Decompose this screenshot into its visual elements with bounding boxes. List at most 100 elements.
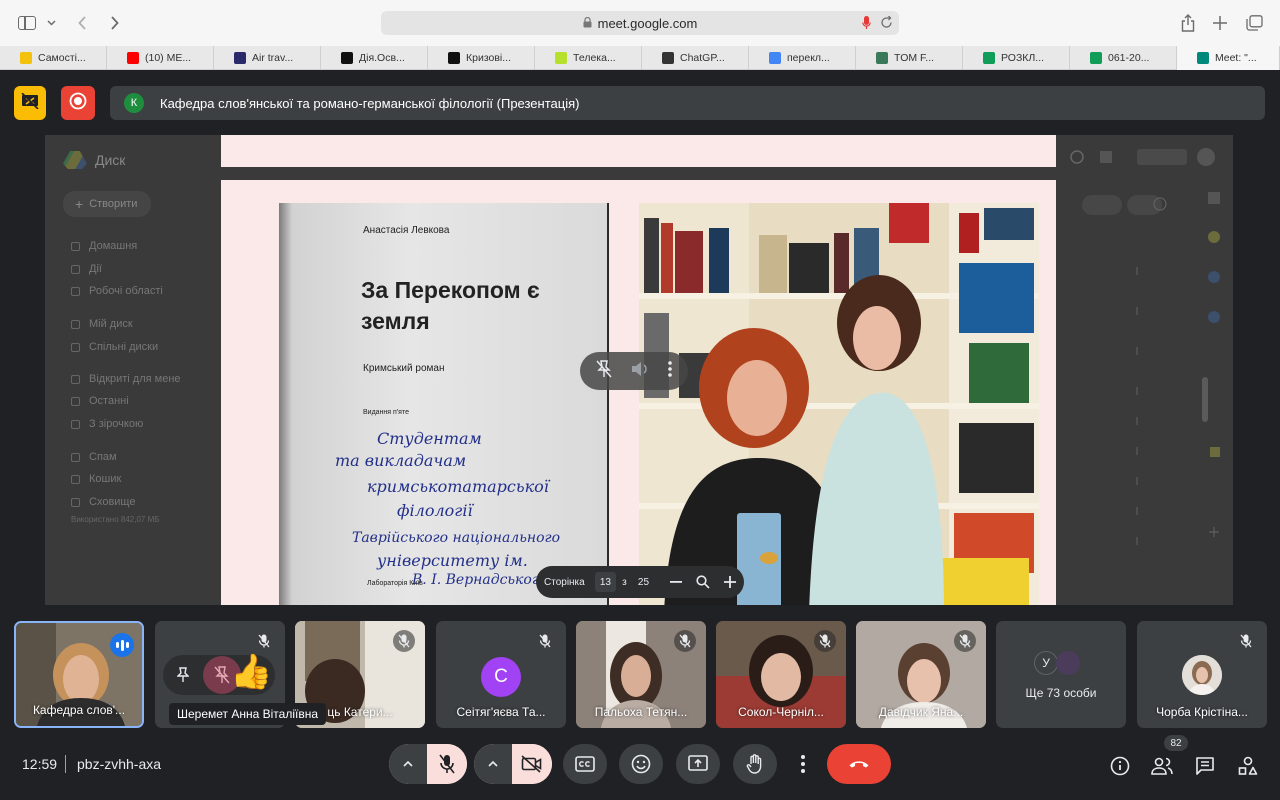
back-icon[interactable] xyxy=(76,12,88,34)
activities-shapes-icon xyxy=(1238,756,1258,775)
browser-tab[interactable]: Телека... xyxy=(535,46,642,70)
inscription-line: університету ім. xyxy=(376,551,528,570)
browser-tab[interactable]: перекл... xyxy=(749,46,856,70)
participant-tile[interactable]: Сокол-Черніл... xyxy=(716,621,846,728)
participant-tile[interactable]: С Сеітяг'яєва Та... xyxy=(436,621,566,728)
book-publisher: Лабораторія Київ xyxy=(367,580,423,587)
participant-tile[interactable]: Давідчик Яна... xyxy=(856,621,986,728)
more-participants-tile[interactable]: У Ще 73 особи xyxy=(996,621,1126,728)
drive-nav-item: З зірочкою xyxy=(71,418,143,430)
record-icon xyxy=(69,92,87,115)
browser-tab[interactable]: Самості... xyxy=(0,46,107,70)
browser-tab[interactable]: РОЗКЛ... xyxy=(963,46,1070,70)
handwritten-inscription: Студентам та викладачам кримськотатарськ… xyxy=(335,429,560,588)
mic-toggle-button[interactable] xyxy=(427,744,467,784)
page-number-input[interactable]: 13 xyxy=(594,572,617,592)
drive-nav-item: Робочі області xyxy=(71,285,163,297)
meeting-details-button[interactable] xyxy=(1108,754,1132,778)
mic-options-button[interactable] xyxy=(389,744,427,784)
camera-control xyxy=(474,744,552,784)
new-tab-icon[interactable] xyxy=(1212,12,1228,34)
tab-favicon-icon xyxy=(983,52,995,64)
page-navigator: Сторінка 13 з 25 xyxy=(536,566,744,598)
chevron-down-icon[interactable] xyxy=(46,12,56,34)
recording-button[interactable] xyxy=(61,86,95,120)
people-button[interactable] xyxy=(1150,754,1174,778)
reload-icon[interactable] xyxy=(880,15,893,32)
participant-avatar: С xyxy=(481,657,521,697)
browser-tab[interactable]: 061-20... xyxy=(1070,46,1177,70)
drive-nav-label: З зірочкою xyxy=(89,418,144,430)
meeting-title-bar[interactable]: К Кафедра слов'янської та романо-германс… xyxy=(110,86,1265,120)
drive-nav-icon xyxy=(71,264,80,274)
url-text: meet.google.com xyxy=(597,15,698,31)
sidebar-toggle-icon[interactable] xyxy=(17,12,37,34)
hang-up-icon xyxy=(849,761,869,768)
browser-tab[interactable]: Air trav... xyxy=(214,46,321,70)
inscription-line: та викладачам xyxy=(335,451,466,470)
forward-icon[interactable] xyxy=(108,12,120,34)
drive-nav-label: Мій диск xyxy=(89,318,133,330)
drive-nav-icon xyxy=(71,497,80,507)
plus-icon xyxy=(724,576,737,588)
pin-off-icon[interactable] xyxy=(596,359,612,383)
participant-tile[interactable]: Кафедра слов'... xyxy=(14,621,144,728)
browser-tab[interactable]: TOM F... xyxy=(856,46,963,70)
hand-icon xyxy=(746,754,762,774)
browser-toolbar: meet.google.com xyxy=(0,0,1280,46)
pin-icon[interactable] xyxy=(171,663,195,687)
drive-nav-icon xyxy=(71,474,80,484)
tab-favicon-icon xyxy=(1090,52,1102,64)
speaking-indicator-icon xyxy=(110,633,134,657)
tab-overview-icon[interactable] xyxy=(1245,12,1263,34)
stop-presenting-button[interactable] xyxy=(14,86,46,120)
tab-label: Самості... xyxy=(38,52,86,64)
drive-nav-label: Спам xyxy=(89,451,117,463)
captions-button[interactable] xyxy=(563,744,607,784)
volume-icon[interactable] xyxy=(631,361,649,382)
more-vertical-icon[interactable] xyxy=(668,360,673,382)
microphone-icon[interactable] xyxy=(862,16,871,33)
previous-slide xyxy=(221,135,1056,167)
camera-toggle-button[interactable] xyxy=(512,744,552,784)
tab-favicon-icon xyxy=(1197,52,1209,64)
drive-nav-item: Дії xyxy=(71,263,102,275)
tab-favicon-icon xyxy=(127,52,139,64)
mic-off-icon xyxy=(253,630,275,652)
browser-tab[interactable]: Дія.Осв... xyxy=(321,46,428,70)
browser-tab[interactable]: ChatGP... xyxy=(642,46,749,70)
address-bar[interactable]: meet.google.com xyxy=(381,11,899,35)
zoom-fit-button[interactable] xyxy=(689,566,716,598)
participant-avatar-image xyxy=(1182,655,1222,695)
drive-title: Диск xyxy=(63,151,125,169)
browser-tab[interactable]: Кризові... xyxy=(428,46,535,70)
drive-nav-icon xyxy=(71,319,80,329)
tab-favicon-icon xyxy=(555,52,567,64)
drive-nav-icon xyxy=(71,241,80,251)
participant-tile[interactable]: Чорба Крістіна... xyxy=(1137,621,1267,728)
book-edition: Видання п'яте xyxy=(363,409,409,416)
mic-off-icon xyxy=(393,630,415,652)
browser-tab[interactable]: Meet: "... xyxy=(1177,46,1280,70)
zoom-out-button[interactable] xyxy=(662,566,689,598)
leave-call-button[interactable] xyxy=(827,744,891,784)
chat-button[interactable] xyxy=(1193,754,1217,778)
participant-tile[interactable]: Пальоха Тетян... xyxy=(576,621,706,728)
mic-off-icon xyxy=(534,630,556,652)
drive-nav-label: Останні xyxy=(89,395,129,407)
more-options-button[interactable] xyxy=(789,744,817,784)
browser-tab[interactable]: (10) ME... xyxy=(107,46,214,70)
page-of-label: з xyxy=(622,576,627,588)
zoom-in-small-button[interactable] xyxy=(717,566,744,598)
inscription-line: Таврійського національного xyxy=(352,530,560,546)
share-icon[interactable] xyxy=(1180,12,1196,34)
reactions-button[interactable] xyxy=(619,744,663,784)
drive-nav-item: Домашня xyxy=(71,240,137,252)
activities-button[interactable] xyxy=(1236,754,1260,778)
camera-options-button[interactable] xyxy=(474,744,512,784)
tab-favicon-icon xyxy=(876,52,888,64)
tab-favicon-icon xyxy=(341,52,353,64)
present-now-button[interactable] xyxy=(676,744,720,784)
raise-hand-button[interactable] xyxy=(733,744,777,784)
plus-icon: + xyxy=(75,196,84,212)
